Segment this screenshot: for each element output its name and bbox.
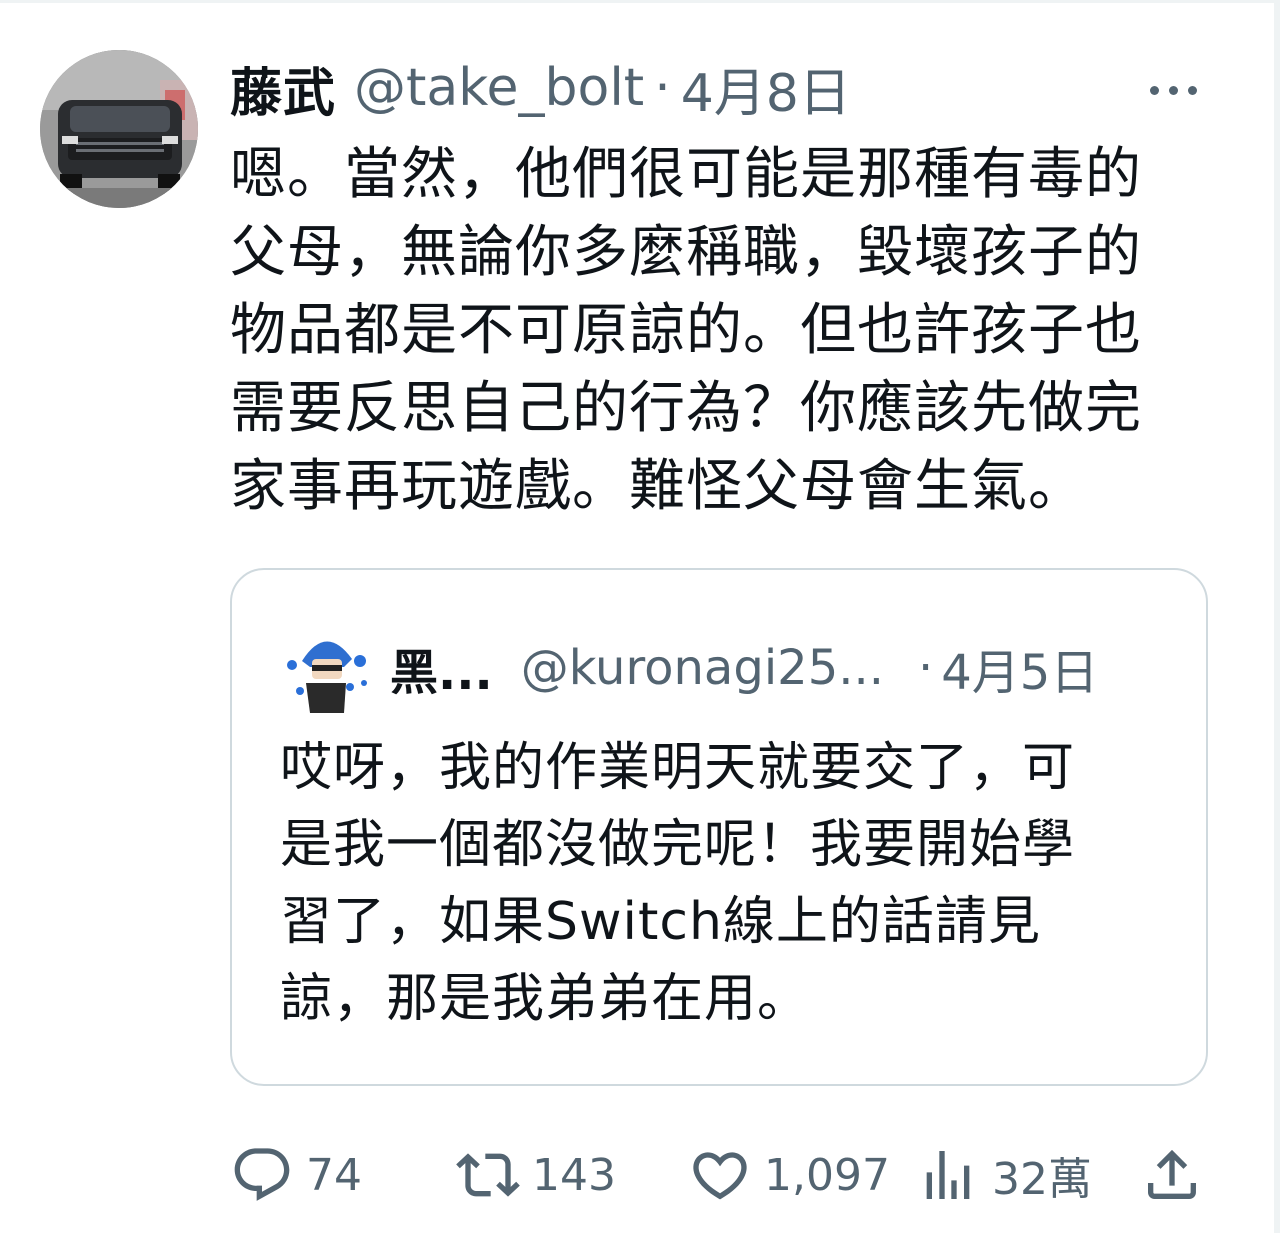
more-dot	[1149, 85, 1159, 95]
tweet-date[interactable]: 4月8日	[681, 51, 851, 126]
avatar-car-photo	[40, 50, 198, 208]
reply-icon	[234, 1148, 290, 1201]
tweet-text: 嗯。當然，他們很可能是那種有毒的 父母，無論你多麼稱職，毀壞孩子的 物品都是不可…	[230, 142, 1142, 519]
top-border	[0, 0, 1280, 3]
reply-count: 74	[306, 1149, 362, 1201]
avatar-character-illustration	[280, 625, 372, 717]
retweet-count: 143	[532, 1149, 616, 1201]
retweet-icon	[456, 1153, 520, 1197]
quoted-tweet-card[interactable]: 黑... @kuronagi25... · 4月5日 哎呀，我的作業明天就要交了…	[230, 568, 1208, 1086]
quoted-author-handle[interactable]: @kuronagi25...	[521, 640, 884, 696]
share-button[interactable]	[1140, 1140, 1204, 1210]
tweet-header: 藤武 @take_bolt · 4月8日	[230, 56, 851, 124]
reply-button[interactable]: 74	[230, 1140, 362, 1210]
views-count: 32萬	[992, 1154, 1092, 1205]
like-count: 1,097	[764, 1149, 890, 1201]
quoted-tweet-date[interactable]: 4月5日	[941, 633, 1098, 703]
heart-icon	[693, 1152, 747, 1200]
views-button[interactable]: 32萬	[916, 1140, 1092, 1210]
quoted-header-separator: ·	[918, 640, 934, 696]
views-chart-icon	[926, 1151, 970, 1199]
right-border	[1274, 0, 1280, 1233]
quoted-author-avatar[interactable]	[280, 625, 372, 717]
author-avatar[interactable]	[40, 50, 198, 208]
more-icon[interactable]	[1130, 64, 1216, 116]
retweet-button[interactable]: 143	[456, 1140, 616, 1210]
more-dot	[1168, 85, 1178, 95]
quoted-author-display-name[interactable]: 黑...	[390, 633, 493, 703]
more-dot	[1187, 85, 1197, 95]
like-button[interactable]: 1,097	[688, 1140, 890, 1210]
header-separator: ·	[654, 58, 671, 118]
quoted-tweet-text: 哎呀，我的作業明天就要交了，可 是我一個都沒做完呢！我要開始學 習了，如果Swi…	[280, 738, 1076, 1029]
quoted-tweet-header: 黑... @kuronagi25... · 4月5日	[390, 633, 1098, 703]
author-display-name[interactable]: 藤武	[230, 51, 336, 126]
share-icon	[1148, 1149, 1196, 1199]
tweet-actions-bar: 74 143 1,097 32萬	[230, 1140, 1210, 1210]
author-handle[interactable]: @take_bolt	[354, 58, 644, 118]
